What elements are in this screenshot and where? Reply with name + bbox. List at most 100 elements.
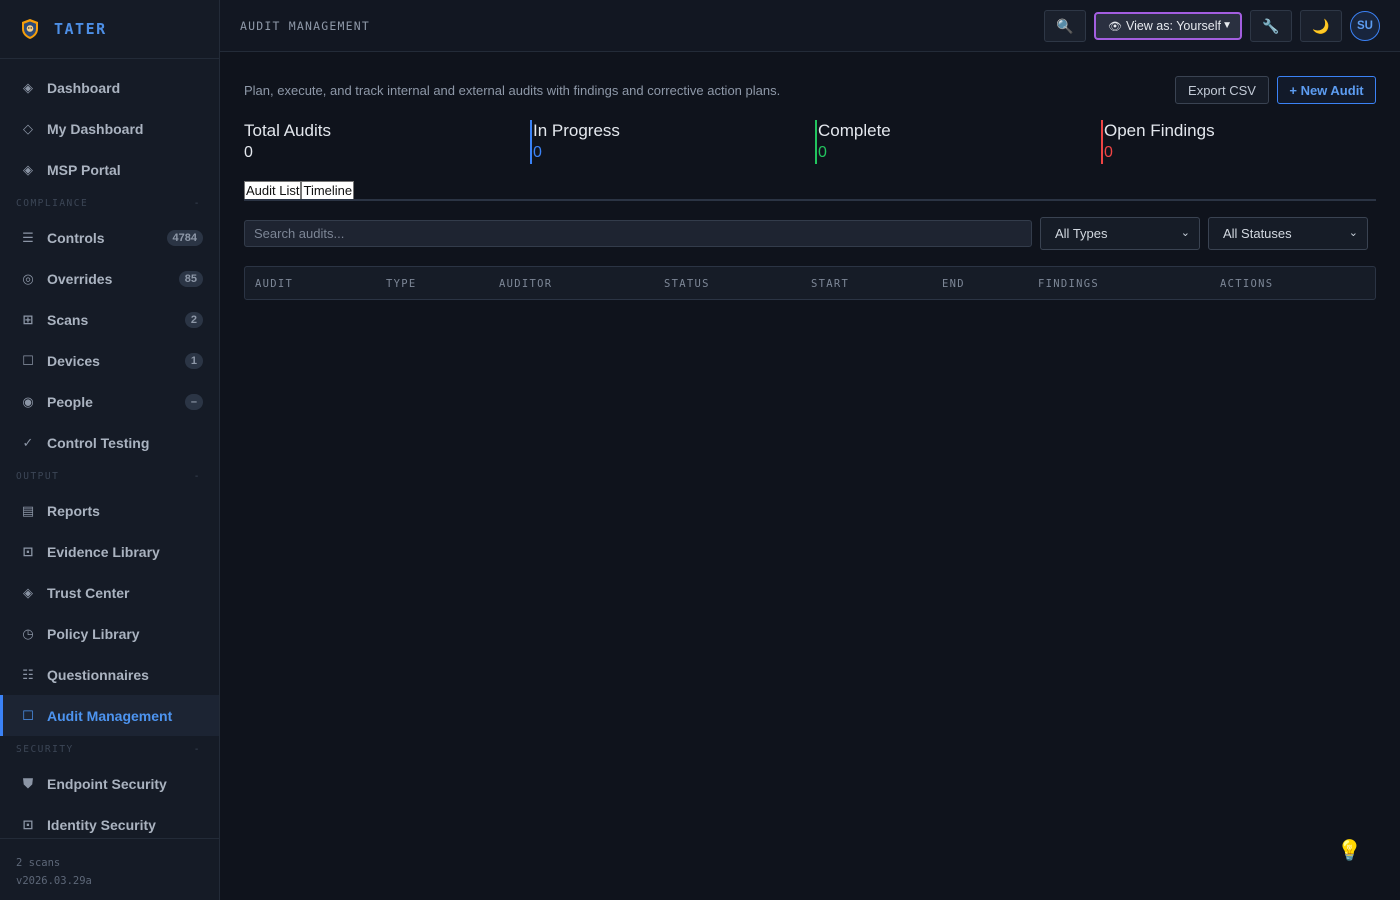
sidebar-item-my-dashboard[interactable]: ◇ My Dashboard [0, 108, 219, 149]
sidebar-item-audit-management[interactable]: ☐ Audit Management [0, 695, 219, 736]
target-icon: ◎ [22, 270, 34, 286]
lightbulb-icon[interactable]: 💡 [1337, 838, 1362, 863]
report-icon: ▤ [21, 502, 35, 518]
scan-count: 2 scans [16, 857, 61, 869]
checklist-icon: ☷ [22, 666, 34, 682]
sidebar-item-endpoint-security[interactable]: ⛊ Endpoint Security [0, 763, 219, 804]
section-output[interactable]: OUTPUT - [0, 463, 219, 490]
chevron-down-icon: ▼ [1222, 20, 1232, 31]
brand-name: TATER [54, 20, 107, 38]
sidebar-item-label: Overrides [47, 270, 113, 287]
stat-label: In Progress [533, 121, 620, 140]
collapse-toggle[interactable]: - [194, 471, 201, 482]
sidebar-item-trust-center[interactable]: ◈ Trust Center [0, 572, 219, 613]
sidebar-item-label: My Dashboard [47, 120, 144, 137]
stat-label: Open Findings [1104, 121, 1215, 140]
app-version: v2026.03.29a [16, 875, 92, 887]
column-end[interactable]: END [942, 278, 965, 290]
search-input[interactable]: Search audits... [244, 220, 1032, 247]
column-status[interactable]: STATUS [664, 278, 710, 290]
section-security[interactable]: SECURITY - [0, 736, 219, 763]
tab-divider [244, 199, 1376, 201]
sidebar-item-label: Dashboard [47, 79, 121, 96]
sidebar-item-label: Identity Security [47, 816, 156, 833]
page-title: AUDIT MANAGEMENT [240, 19, 370, 33]
type-filter-select[interactable]: All Types ⌄ [1040, 217, 1200, 250]
count-badge: 85 [178, 270, 203, 287]
sidebar-item-label: People [47, 393, 93, 410]
diamond-icon: ◈ [23, 79, 33, 95]
count-badge: 4784 [166, 229, 203, 246]
new-audit-button[interactable]: + New Audit [1277, 76, 1376, 104]
sidebar-nav: ◈ Dashboard ◇ My Dashboard ◈ MSP Portal COMPLI… [0, 67, 219, 845]
sidebar-item-label: Control Testing [47, 434, 150, 451]
sidebar-item-label: Trust Center [47, 584, 130, 601]
column-actions[interactable]: ACTIONS [1220, 278, 1273, 290]
sidebar-item-label: Evidence Library [47, 543, 160, 560]
sidebar-item-label: Audit Management [47, 707, 173, 724]
sidebar-item-label: Devices [47, 352, 100, 369]
sidebar-item-msp-portal[interactable]: ◈ MSP Portal [0, 149, 219, 190]
collapse-toggle[interactable]: - [194, 744, 201, 755]
tab-audit-list[interactable]: Audit List [244, 181, 302, 200]
stat-value: 0 [533, 144, 542, 161]
sidebar-item-overrides[interactable]: ◎ Overrides 85 [0, 258, 219, 299]
main-content: Plan, execute, and track internal and ex… [220, 52, 1400, 900]
list-icon: ☰ [22, 229, 34, 245]
sidebar-item-label: MSP Portal [47, 161, 121, 178]
column-start[interactable]: START [811, 278, 849, 290]
stat-total-audits: Total Audits 0 [244, 120, 331, 164]
tools-button[interactable]: 🔧 [1250, 10, 1292, 42]
export-csv-button[interactable]: Export CSV [1175, 76, 1269, 104]
evidence-icon: ⊡ [22, 543, 34, 559]
status-filter-value: All Statuses [1223, 226, 1292, 241]
sidebar-item-policy-library[interactable]: ◷ Policy Library [0, 613, 219, 654]
sidebar-item-evidence-library[interactable]: ⊡ Evidence Library [0, 531, 219, 572]
count-badge: 1 [184, 352, 203, 369]
grid-icon: ⊞ [22, 311, 34, 327]
avatar[interactable]: SU [1350, 11, 1380, 41]
check-icon: ✓ [22, 434, 34, 450]
diamond-icon: ◈ [23, 161, 33, 177]
view-as-select[interactable]: 👁 View as: Yourself ▼ [1094, 12, 1242, 40]
tab-timeline[interactable]: Timeline [301, 181, 355, 200]
sidebar-item-controls[interactable]: ☰ Controls 4784 [0, 217, 219, 258]
stat-value: 0 [818, 144, 827, 161]
square-icon: ☐ [22, 707, 34, 723]
view-tabs: Audit List Timeline [244, 181, 355, 200]
theme-toggle-button[interactable]: 🌙 [1300, 10, 1342, 42]
sidebar-item-label: Policy Library [47, 625, 140, 642]
collapse-toggle[interactable]: - [194, 198, 201, 209]
section-compliance[interactable]: COMPLIANCE - [0, 190, 219, 217]
sidebar-item-people[interactable]: ◉ People – [0, 381, 219, 422]
eye-icon: 👁 [1108, 20, 1122, 33]
stat-open-findings: Open Findings 0 [1101, 120, 1215, 164]
shield-logo-icon [22, 19, 38, 39]
section-label: COMPLIANCE [16, 198, 89, 209]
sidebar-item-scans[interactable]: ⊞ Scans 2 [0, 299, 219, 340]
sidebar-item-questionnaires[interactable]: ☷ Questionnaires [0, 654, 219, 695]
search-button[interactable]: 🔍 [1044, 10, 1086, 42]
chevron-down-icon: ⌄ [1180, 227, 1190, 239]
section-label: OUTPUT [16, 471, 60, 482]
view-as-label: View as: Yourself [1125, 19, 1221, 33]
column-auditor[interactable]: AUDITOR [499, 278, 552, 290]
column-type[interactable]: TYPE [386, 278, 417, 290]
count-badge: – [184, 393, 203, 410]
sidebar-item-devices[interactable]: ☐ Devices 1 [0, 340, 219, 381]
status-filter-select[interactable]: All Statuses ⌄ [1208, 217, 1368, 250]
stat-label: Total Audits [244, 121, 331, 140]
sidebar-footer: 2 scans v2026.03.29a [0, 838, 219, 900]
column-findings[interactable]: FINDINGS [1038, 278, 1099, 290]
stat-in-progress: In Progress 0 [530, 120, 620, 164]
brand[interactable]: TATER [0, 0, 219, 59]
chevron-down-icon: ⌄ [1348, 227, 1358, 239]
sidebar: TATER ◈ Dashboard ◇ My Dashboard ◈ MSP Portal… [0, 0, 220, 900]
sidebar-item-label: Endpoint Security [47, 775, 167, 792]
sidebar-item-reports[interactable]: ▤ Reports [0, 490, 219, 531]
column-audit[interactable]: AUDIT [255, 278, 293, 290]
stat-value: 0 [244, 144, 253, 161]
topbar: AUDIT MANAGEMENT 🔍 👁 View as: Yourself ▼… [220, 0, 1400, 52]
sidebar-item-dashboard[interactable]: ◈ Dashboard [0, 67, 219, 108]
sidebar-item-control-testing[interactable]: ✓ Control Testing [0, 422, 219, 463]
